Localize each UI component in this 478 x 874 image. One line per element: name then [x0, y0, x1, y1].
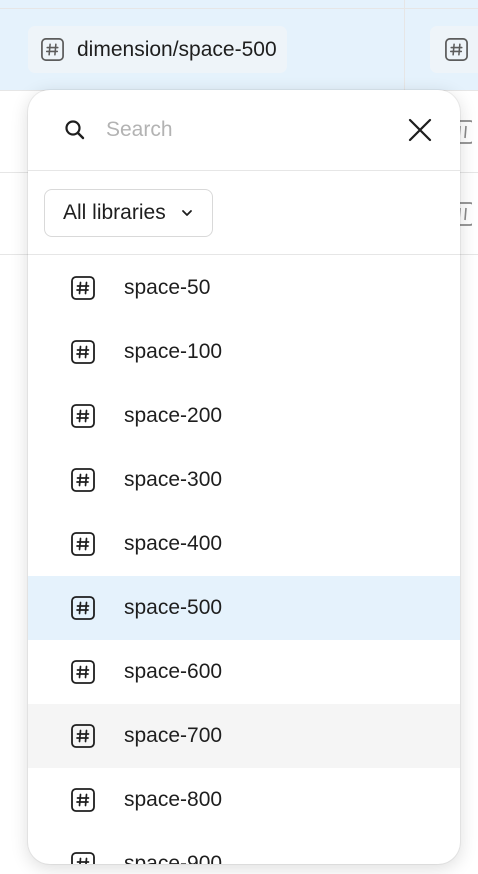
number-variable-icon	[71, 276, 95, 300]
variable-list-item[interactable]: space-50	[28, 256, 460, 320]
number-variable-icon	[71, 468, 95, 492]
number-variable-icon	[71, 532, 95, 556]
variable-token-label: dimension/space-500	[77, 37, 277, 61]
number-variable-icon	[71, 340, 95, 364]
variable-list-item[interactable]: space-400	[28, 512, 460, 576]
variable-list-item-label: space-100	[124, 340, 223, 363]
number-variable-icon	[71, 596, 95, 620]
number-variable-icon	[71, 852, 95, 864]
variable-list-item-label: space-600	[124, 660, 223, 683]
table-row-top-strip	[0, 0, 478, 8]
variable-list: space-50 space-100 space-200 space-300 s…	[28, 256, 460, 864]
library-filter-row: All libraries	[28, 171, 460, 255]
variable-list-item[interactable]: space-600	[28, 640, 460, 704]
number-variable-icon	[71, 404, 95, 428]
number-variable-icon	[71, 660, 95, 684]
variable-list-item-label: space-200	[124, 404, 223, 427]
variable-list-item-label: space-300	[124, 468, 223, 491]
variable-list-item[interactable]: space-700	[28, 704, 460, 768]
search-icon	[65, 120, 85, 140]
chevron-down-icon	[181, 210, 192, 216]
number-variable-icon	[71, 788, 95, 812]
variable-list-item[interactable]: space-800	[28, 768, 460, 832]
variable-token-chip-partial[interactable]	[430, 26, 478, 73]
variable-picker-dropdown: All libraries space-50 space-100 space-2…	[28, 90, 460, 864]
variable-list-item[interactable]: space-500	[28, 576, 460, 640]
variable-list-item[interactable]: space-100	[28, 320, 460, 384]
number-variable-icon	[41, 38, 64, 61]
search-input[interactable]	[106, 112, 386, 148]
variable-list-item[interactable]: space-200	[28, 384, 460, 448]
variable-list-item[interactable]: space-900	[28, 832, 460, 864]
variable-list-item-label: space-50	[124, 276, 211, 299]
variable-list-item-label: space-500	[124, 596, 223, 619]
number-variable-icon	[71, 724, 95, 748]
close-icon[interactable]	[406, 116, 434, 144]
variable-list-item-label: space-400	[124, 532, 223, 555]
library-filter-dropdown[interactable]: All libraries	[44, 189, 213, 237]
variable-list-item-label: space-900	[124, 852, 223, 864]
number-variable-icon	[445, 38, 468, 61]
search-bar	[28, 90, 460, 171]
variable-list-item-label: space-800	[124, 788, 223, 811]
page: dimension/space-500 Search All libraries…	[0, 0, 478, 874]
variable-list-item[interactable]: space-300	[28, 448, 460, 512]
library-filter-label: All libraries	[63, 201, 166, 224]
variable-token-chip[interactable]: dimension/space-500	[28, 26, 287, 73]
variable-list-item-label: space-700	[124, 724, 223, 747]
